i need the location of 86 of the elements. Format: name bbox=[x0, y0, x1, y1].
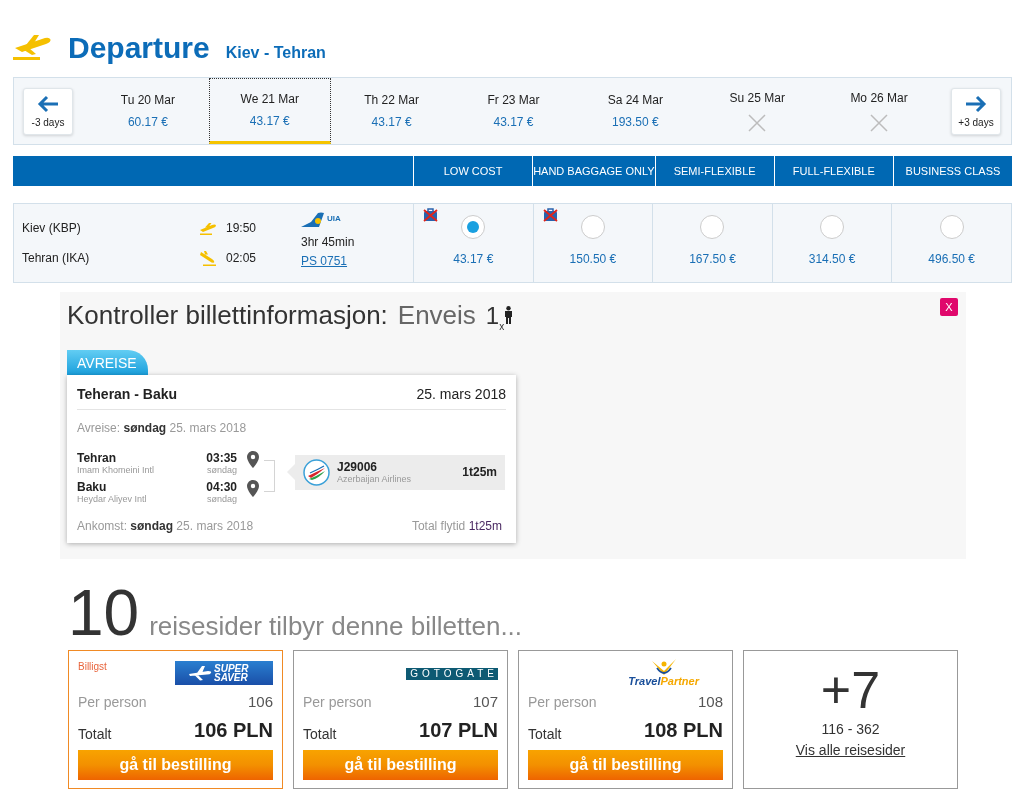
segment-flight-number: J29006 bbox=[337, 459, 379, 474]
total-price: 108 PLN bbox=[644, 717, 723, 742]
segment-duration: 1t25m bbox=[462, 465, 497, 480]
airline-code: UIA bbox=[327, 213, 341, 225]
per-person-price: 107 bbox=[472, 693, 498, 710]
close-button[interactable]: X bbox=[940, 298, 958, 316]
offers-heading: reisesider tilbyr denne billetten... bbox=[149, 610, 523, 642]
arrow-left-icon bbox=[36, 94, 60, 114]
per-person-label: Per person bbox=[303, 693, 372, 710]
flight-number-link[interactable]: PS 0751 bbox=[301, 253, 355, 269]
fare-class-header: LOW COST bbox=[443, 165, 503, 177]
price-range: 116 - 362 bbox=[821, 719, 880, 738]
previous-days-button[interactable]: -3 days bbox=[23, 87, 73, 135]
departure-time: 19:50 bbox=[226, 220, 257, 236]
fare-radio[interactable] bbox=[580, 215, 605, 239]
date-tab[interactable]: We 21 Mar 43.17 € bbox=[208, 78, 331, 144]
date-tab[interactable]: Th 22 Mar 43.17 € bbox=[330, 78, 453, 144]
trip-type: Enveis bbox=[397, 300, 476, 331]
site-logo-text: TravelPartner bbox=[628, 675, 699, 687]
fare-price: 167.50 € bbox=[689, 251, 736, 267]
fare-price: 43.17 € bbox=[453, 251, 494, 267]
departure-plane-icon bbox=[13, 32, 51, 60]
per-person-label: Per person bbox=[78, 693, 147, 710]
per-person-price: 106 bbox=[247, 693, 273, 710]
logo-text: SUPER SAVER bbox=[214, 663, 250, 682]
departure-date-text: Avreise: søndag 25. mars 2018 bbox=[77, 420, 248, 435]
show-all-sites-link[interactable]: Vis alle reisesider bbox=[795, 740, 906, 759]
stop-day: søndag bbox=[206, 493, 237, 505]
page-title: Departure bbox=[68, 30, 210, 66]
route-label: Kiev - Tehran bbox=[225, 43, 326, 63]
panel-title: Kontroller billettinformasjon: bbox=[67, 300, 388, 331]
segment-airline: Azerbaijan Airlines bbox=[337, 473, 412, 485]
date-tab[interactable]: Fr 23 Mar 43.17 € bbox=[452, 78, 575, 144]
total-flight-time: Total flytid 1t25m bbox=[411, 518, 502, 533]
origin-airport: Kiev (KBP) bbox=[22, 220, 82, 236]
map-pin-icon bbox=[247, 479, 259, 497]
destination-airport: Tehran (IKA) bbox=[22, 250, 91, 266]
stop-airport: Heydar Aliyev Intl bbox=[77, 493, 147, 505]
fare-class-header: HAND BAGGAGE ONLY bbox=[533, 165, 655, 177]
date-tab[interactable]: Mo 26 Mar bbox=[818, 78, 940, 144]
leg-route: Teheran - Baku bbox=[77, 385, 178, 403]
arrival-time: 02:05 bbox=[226, 250, 257, 266]
plane-icon bbox=[188, 664, 212, 681]
fare-radio[interactable] bbox=[461, 215, 486, 239]
more-sites-count: +7 bbox=[820, 663, 881, 716]
fare-radio[interactable] bbox=[820, 215, 845, 239]
landing-plane-icon bbox=[200, 250, 216, 266]
flight-duration: 3hr 45min bbox=[301, 234, 355, 250]
site-count: 10 bbox=[68, 580, 140, 645]
total-label: Totalt bbox=[528, 725, 562, 742]
leg-date: 25. mars 2018 bbox=[416, 385, 506, 403]
map-pin-icon bbox=[247, 450, 259, 468]
fare-price: 496.50 € bbox=[928, 251, 976, 267]
fare-radio[interactable] bbox=[939, 215, 964, 239]
takeoff-plane-icon bbox=[200, 221, 216, 235]
fare-class-header: FULL-FLEXIBLE bbox=[792, 165, 875, 177]
total-price: 106 PLN bbox=[194, 717, 273, 742]
person-icon bbox=[504, 306, 514, 324]
next-days-button[interactable]: +3 days bbox=[951, 87, 1001, 135]
per-person-label: Per person bbox=[528, 693, 597, 710]
stop-airport: Imam Khomeini Intl bbox=[77, 464, 155, 476]
fare-radio[interactable] bbox=[700, 215, 725, 239]
passenger-count: 1$_{x}$ bbox=[485, 302, 505, 332]
stop-time: 04:30 bbox=[206, 479, 237, 494]
fare-class-header: SEMI-FLEXIBLE bbox=[673, 165, 756, 177]
date-tab[interactable]: Sa 24 Mar 193.50 € bbox=[574, 78, 697, 144]
stop-city: Baku bbox=[77, 479, 108, 494]
fare-price: 314.50 € bbox=[808, 251, 856, 267]
site-logo: GOTOGATE bbox=[406, 667, 498, 680]
stop-time: 03:35 bbox=[206, 450, 237, 465]
connector-bracket bbox=[264, 459, 275, 492]
tail-fin-logo-icon bbox=[301, 211, 325, 227]
fare-price: 150.50 € bbox=[569, 251, 617, 267]
arrival-date-text: Ankomst: søndag 25. mars 2018 bbox=[77, 518, 254, 533]
stop-city: Tehran bbox=[77, 450, 118, 465]
date-tab[interactable]: Su 25 Mar bbox=[696, 78, 819, 144]
cheapest-label: Billigst bbox=[78, 660, 107, 672]
fare-class-header: BUSINESS CLASS bbox=[905, 165, 1001, 177]
total-label: Totalt bbox=[78, 725, 112, 742]
total-price: 107 PLN bbox=[419, 717, 498, 742]
date-tab[interactable]: Tu 20 Mar 60.17 € bbox=[87, 78, 209, 144]
airline-round-logo-icon bbox=[303, 458, 330, 486]
total-label: Totalt bbox=[303, 725, 337, 742]
arrow-right-icon bbox=[964, 94, 988, 114]
per-person-price: 108 bbox=[697, 693, 723, 710]
stop-day: søndag bbox=[206, 464, 237, 476]
